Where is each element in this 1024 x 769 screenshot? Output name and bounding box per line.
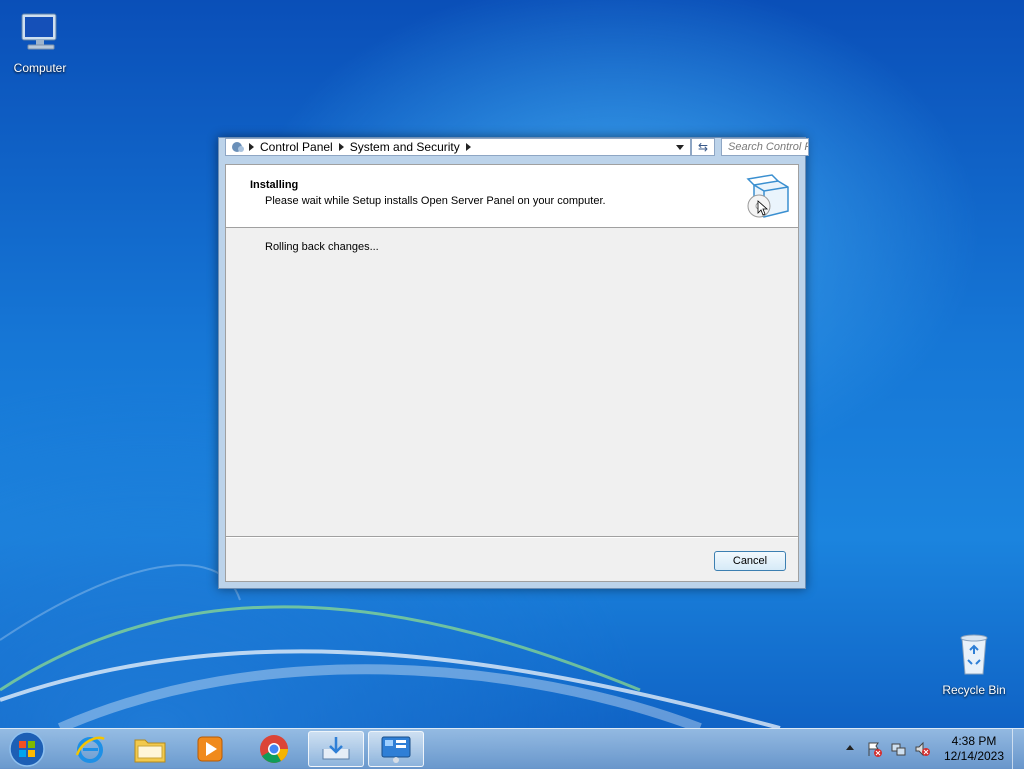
volume-muted-icon[interactable] [914, 741, 930, 757]
breadcrumb-control-panel[interactable]: Control Panel [260, 140, 333, 154]
search-input[interactable]: Search Control Panel [721, 138, 809, 156]
recycle-bin-icon [960, 634, 988, 675]
footer-divider-highlight [226, 537, 798, 538]
taskbar: 4:38 PM 12/14/2023 [0, 728, 1024, 769]
refresh-button[interactable]: ⇆ [691, 138, 715, 156]
taskbar-windows-explorer[interactable] [122, 731, 178, 767]
internet-explorer-icon [75, 736, 105, 763]
chrome-icon [260, 735, 288, 763]
breadcrumb-system-security[interactable]: System and Security [350, 140, 460, 154]
cancel-button[interactable]: Cancel [714, 551, 786, 571]
action-center-flag-icon[interactable] [866, 741, 882, 757]
taskbar-control-panel[interactable] [368, 731, 424, 767]
page-title: Installing [250, 179, 299, 191]
refresh-icon: ⇆ [697, 140, 709, 154]
windows-start-orb-icon [9, 731, 45, 767]
address-row: Control Panel System and Security ⇆ Sear… [225, 138, 809, 158]
start-button[interactable] [0, 731, 54, 767]
recycle-bin-label: Recycle Bin [942, 683, 1006, 697]
show-desktop-button[interactable] [1012, 729, 1024, 769]
recycle-bin-desktop-icon[interactable]: Recycle Bin [936, 630, 1012, 697]
computer-desktop-icon[interactable]: Computer [2, 8, 78, 75]
clock-date: 12/14/2023 [943, 749, 1005, 763]
taskbar-downloads[interactable] [308, 731, 364, 767]
dialog-header: Installing Please wait while Setup insta… [226, 165, 798, 228]
control-panel-icon [232, 142, 244, 152]
download-icon [322, 737, 350, 760]
taskbar-media-player[interactable] [182, 731, 238, 767]
clock-time: 4:38 PM [951, 734, 997, 748]
taskbar-internet-explorer[interactable] [62, 731, 118, 767]
computer-icon [21, 13, 57, 50]
status-text: Rolling back changes... [265, 241, 379, 253]
taskbar-chrome[interactable] [246, 731, 302, 767]
show-hidden-icons-icon[interactable] [846, 745, 854, 750]
computer-label: Computer [13, 61, 67, 75]
breadcrumb-arrow-icon[interactable] [338, 143, 344, 151]
system-clock[interactable]: 4:38 PM 12/14/2023 [940, 734, 1008, 764]
installer-box-icon [746, 174, 789, 218]
address-bar[interactable]: Control Panel System and Security [225, 138, 691, 156]
setup-dialog: Installing Please wait while Setup insta… [225, 164, 799, 582]
page-subtitle: Please wait while Setup installs Open Se… [265, 195, 606, 207]
network-icon[interactable] [890, 741, 906, 757]
breadcrumb-arrow-icon[interactable] [249, 143, 254, 151]
installer-window: Control Panel System and Security ⇆ Sear… [218, 137, 809, 589]
chevron-down-icon[interactable] [676, 144, 684, 150]
control-panel-icon [381, 736, 411, 763]
media-player-icon [197, 736, 223, 762]
folder-icon [134, 739, 166, 763]
breadcrumb-arrow-icon[interactable] [465, 143, 471, 151]
